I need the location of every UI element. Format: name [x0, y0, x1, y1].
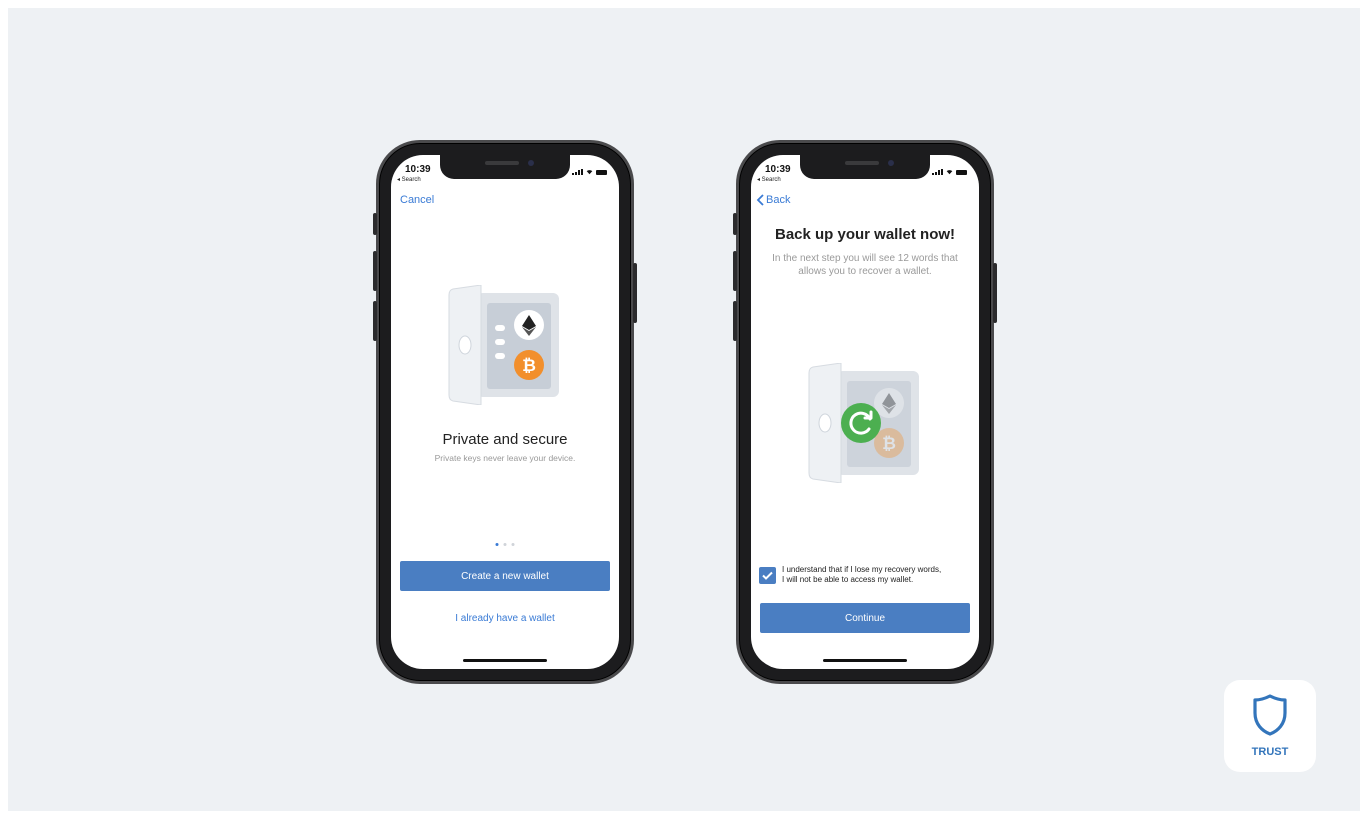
camera	[528, 160, 534, 166]
canvas-background	[8, 8, 1360, 811]
page-title: Private and secure	[442, 431, 568, 448]
page-title: Back up your wallet now!	[774, 226, 956, 243]
acknowledge-label-line2: I will not be able to access my wallet.	[782, 575, 914, 584]
back-label: Back	[766, 194, 791, 206]
home-indicator[interactable]	[823, 659, 907, 662]
signal-icon	[572, 169, 583, 175]
ethereum-icon	[514, 310, 544, 340]
phone-frame-onboarding: 10:39 ◂ Search Cancel ₿ Private and secu…	[373, 140, 637, 684]
chevron-left-icon	[756, 194, 764, 206]
svg-text:₿: ₿	[882, 434, 896, 454]
page-subtitle: In the next step you will see 12 words t…	[772, 253, 958, 277]
bitcoin-icon: ₿	[514, 350, 544, 380]
camera	[888, 160, 894, 166]
onboarding-screen: 10:39 ◂ Search Cancel ₿ Private and secu…	[391, 155, 619, 669]
wifi-icon	[946, 170, 953, 175]
vault-icon: ₿	[808, 363, 919, 483]
speaker	[485, 161, 519, 165]
checkmark-icon	[762, 571, 773, 580]
volume-up-button	[373, 251, 377, 291]
home-indicator[interactable]	[463, 659, 547, 662]
phone-frame-backup: 10:39 ◂ Search Back Back up your wallet …	[733, 140, 997, 684]
signal-icon	[932, 169, 943, 175]
cancel-button[interactable]: Cancel	[400, 194, 434, 206]
volume-down-button	[373, 301, 377, 341]
pagination-dot[interactable]	[503, 543, 507, 546]
already-have-wallet-link[interactable]: I already have a wallet	[391, 613, 619, 624]
status-icons	[572, 168, 607, 175]
back-button[interactable]: Back	[756, 194, 790, 206]
status-back-to-search[interactable]: ◂ Search	[397, 176, 421, 183]
continue-button[interactable]: Continue	[760, 603, 970, 633]
pagination-dot[interactable]	[511, 543, 515, 546]
pagination-dot-active[interactable]	[495, 543, 499, 546]
status-time: 10:39	[765, 164, 791, 175]
wifi-icon	[586, 170, 593, 175]
svg-text:₿: ₿	[522, 356, 536, 376]
create-wallet-button[interactable]: Create a new wallet	[400, 561, 610, 591]
volume-up-button	[733, 251, 737, 291]
status-time: 10:39	[405, 164, 431, 175]
backup-screen: 10:39 ◂ Search Back Back up your wallet …	[751, 155, 979, 669]
power-button	[993, 263, 997, 323]
notch	[440, 155, 570, 179]
shield-icon	[1253, 694, 1287, 736]
acknowledge-label-line1: I understand that if I lose my recovery …	[782, 565, 942, 574]
trust-label: TRUST	[1251, 746, 1289, 758]
pagination-dots	[495, 543, 515, 546]
refresh-icon	[841, 403, 881, 443]
notch	[800, 155, 930, 179]
vault-icon: ₿	[448, 285, 559, 405]
silent-switch	[373, 213, 377, 235]
page-subtitle: Private keys never leave your device.	[434, 453, 576, 463]
silent-switch	[733, 213, 737, 235]
battery-icon	[956, 170, 967, 175]
status-icons	[932, 168, 967, 175]
trust-logo-badge: TRUST	[1224, 680, 1316, 772]
acknowledge-row[interactable]: I understand that if I lose my recovery …	[759, 565, 971, 585]
speaker	[845, 161, 879, 165]
status-back-to-search[interactable]: ◂ Search	[757, 176, 781, 183]
power-button	[633, 263, 637, 323]
acknowledge-label: I understand that if I lose my recovery …	[782, 565, 941, 585]
volume-down-button	[733, 301, 737, 341]
battery-icon	[596, 170, 607, 175]
acknowledge-checkbox[interactable]	[759, 566, 776, 584]
